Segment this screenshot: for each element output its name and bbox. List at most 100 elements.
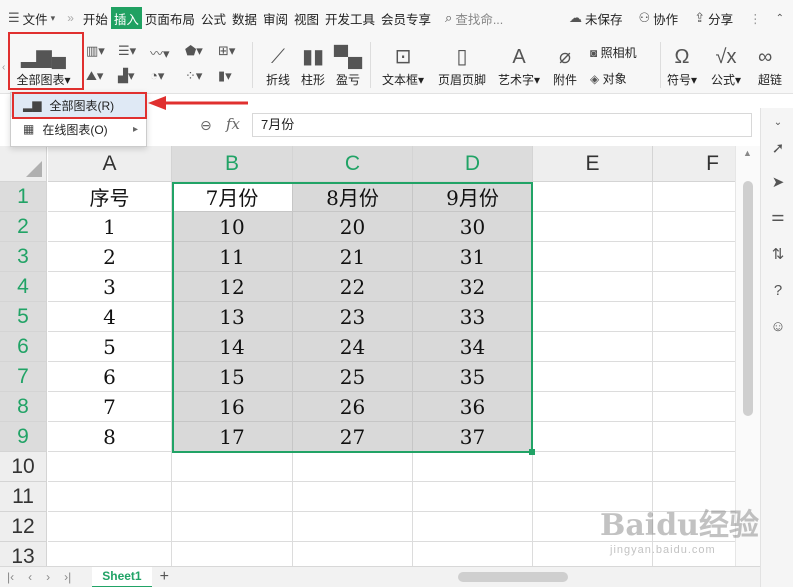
- cell-f10[interactable]: [653, 452, 735, 482]
- cell-b9[interactable]: 17: [172, 422, 293, 452]
- cell-e4[interactable]: [533, 272, 653, 302]
- pie-chart-icon[interactable]: ◔▾: [150, 68, 164, 84]
- rocket-icon[interactable]: ➚: [768, 138, 788, 158]
- cell-c12[interactable]: [293, 512, 413, 542]
- cell-f13[interactable]: [653, 542, 735, 566]
- attachment-button[interactable]: ⌀ 附件: [550, 36, 580, 94]
- column-header-d[interactable]: D: [413, 146, 533, 182]
- prev-sheet-icon[interactable]: ‹: [21, 570, 39, 584]
- cell-e9[interactable]: [533, 422, 653, 452]
- collapse-ribbon-button[interactable]: ⌃: [770, 13, 793, 24]
- column-chart-icon[interactable]: ▥▾: [86, 43, 105, 59]
- cell-a6[interactable]: 5: [48, 332, 172, 362]
- cell-a1[interactable]: 序号: [48, 182, 172, 212]
- select-all-corner[interactable]: [0, 146, 47, 182]
- cell-f6[interactable]: [653, 332, 735, 362]
- cell-a10[interactable]: [48, 452, 172, 482]
- tab-formulas[interactable]: 公式: [198, 0, 229, 36]
- cell-b13[interactable]: [172, 542, 293, 566]
- cell-d12[interactable]: [413, 512, 533, 542]
- column-header-a[interactable]: A: [48, 146, 172, 182]
- scatter-chart-icon[interactable]: ⁘▾: [185, 68, 202, 84]
- object-button[interactable]: ◈ 对象: [590, 70, 627, 87]
- cell-c13[interactable]: [293, 542, 413, 566]
- cell-d13[interactable]: [413, 542, 533, 566]
- cell-c8[interactable]: 26: [293, 392, 413, 422]
- command-search[interactable]: ⌕ 查找命...: [442, 0, 506, 36]
- first-sheet-icon[interactable]: |‹: [0, 570, 21, 584]
- cell-f11[interactable]: [653, 482, 735, 512]
- cell-f7[interactable]: [653, 362, 735, 392]
- next-sheet-icon[interactable]: ›: [39, 570, 57, 584]
- sparkline-column-button[interactable]: ▮▮ 柱形: [297, 36, 329, 94]
- share-button[interactable]: ⇪ 分享: [686, 9, 741, 28]
- cell-f3[interactable]: [653, 242, 735, 272]
- transfer-icon[interactable]: ⇅: [768, 244, 788, 264]
- cell-b7[interactable]: 15: [172, 362, 293, 392]
- spreadsheet-grid[interactable]: ABCDEF 1 2 3 4 5 6 7 8 9 10 11 12 13 序号 7月份 8月份 9月份 1 10 2…: [0, 146, 735, 566]
- tab-developer[interactable]: 开发工具: [322, 0, 378, 36]
- hyperlink-button[interactable]: ∞ 超链: [758, 36, 793, 94]
- cell-d7[interactable]: 35: [413, 362, 533, 392]
- help-icon[interactable]: ?: [768, 280, 788, 300]
- cell-b1[interactable]: 7月份: [172, 182, 293, 212]
- cell-a7[interactable]: 6: [48, 362, 172, 392]
- cell-b6[interactable]: 14: [172, 332, 293, 362]
- cell-e6[interactable]: [533, 332, 653, 362]
- cell-e12[interactable]: [533, 512, 653, 542]
- tab-home[interactable]: 开始: [80, 0, 111, 36]
- textbox-button[interactable]: ⊡ 文本框▾: [378, 36, 428, 94]
- ai-icon[interactable]: ☺: [768, 316, 788, 336]
- cell-c11[interactable]: [293, 482, 413, 512]
- zoom-icon[interactable]: ⊖: [200, 117, 212, 134]
- column-header-b[interactable]: B: [172, 146, 293, 182]
- cell-f12[interactable]: [653, 512, 735, 542]
- horizontal-scrollbar-thumb[interactable]: [458, 572, 568, 582]
- cell-b11[interactable]: [172, 482, 293, 512]
- cell-d5[interactable]: 33: [413, 302, 533, 332]
- cell-a5[interactable]: 4: [48, 302, 172, 332]
- cell-d9[interactable]: 37: [413, 422, 533, 452]
- tab-member[interactable]: 会员专享: [378, 0, 434, 36]
- cell-f5[interactable]: [653, 302, 735, 332]
- cell-c6[interactable]: 24: [293, 332, 413, 362]
- cell-e2[interactable]: [533, 212, 653, 242]
- cell-f1[interactable]: [653, 182, 735, 212]
- camera-button[interactable]: ◙ 照相机: [590, 44, 637, 61]
- cell-c4[interactable]: 22: [293, 272, 413, 302]
- cell-e3[interactable]: [533, 242, 653, 272]
- cell-a11[interactable]: [48, 482, 172, 512]
- row-header-9[interactable]: 9: [0, 422, 47, 452]
- cell-f4[interactable]: [653, 272, 735, 302]
- fill-handle[interactable]: [529, 449, 535, 455]
- cell-a3[interactable]: 2: [48, 242, 172, 272]
- combo-chart-icon[interactable]: ⊞▾: [218, 43, 235, 59]
- cell-a8[interactable]: 7: [48, 392, 172, 422]
- tab-data[interactable]: 数据: [229, 0, 260, 36]
- cell-e8[interactable]: [533, 392, 653, 422]
- cell-b10[interactable]: [172, 452, 293, 482]
- tab-view[interactable]: 视图: [291, 0, 322, 36]
- column-header-e[interactable]: E: [533, 146, 653, 182]
- tab-insert[interactable]: 插入: [110, 7, 142, 29]
- wordart-button[interactable]: A 艺术字▾: [493, 36, 545, 94]
- cell-b12[interactable]: [172, 512, 293, 542]
- row-header-10[interactable]: 10: [0, 452, 47, 482]
- radar-chart-icon[interactable]: ⬟▾: [185, 43, 203, 59]
- cell-b4[interactable]: 12: [172, 272, 293, 302]
- row-header-11[interactable]: 11: [0, 482, 47, 512]
- collab-button[interactable]: ⚇ 协作: [631, 9, 687, 28]
- area-chart-icon[interactable]: ⛰▾: [86, 68, 103, 84]
- row-header-13[interactable]: 13: [0, 542, 47, 566]
- file-menu[interactable]: ☰ 文件 ▾: [0, 0, 61, 36]
- cell-c10[interactable]: [293, 452, 413, 482]
- symbol-button[interactable]: Ω 符号▾: [664, 36, 700, 94]
- cell-a4[interactable]: 3: [48, 272, 172, 302]
- cell-a9[interactable]: 8: [48, 422, 172, 452]
- cursor-icon[interactable]: ➤: [768, 172, 788, 192]
- vertical-scrollbar-thumb[interactable]: [743, 181, 753, 416]
- menu-item-online-charts[interactable]: ▦ 在线图表(O) ▸: [11, 117, 146, 141]
- cell-d3[interactable]: 31: [413, 242, 533, 272]
- row-header-5[interactable]: 5: [0, 302, 47, 332]
- row-header-8[interactable]: 8: [0, 392, 47, 422]
